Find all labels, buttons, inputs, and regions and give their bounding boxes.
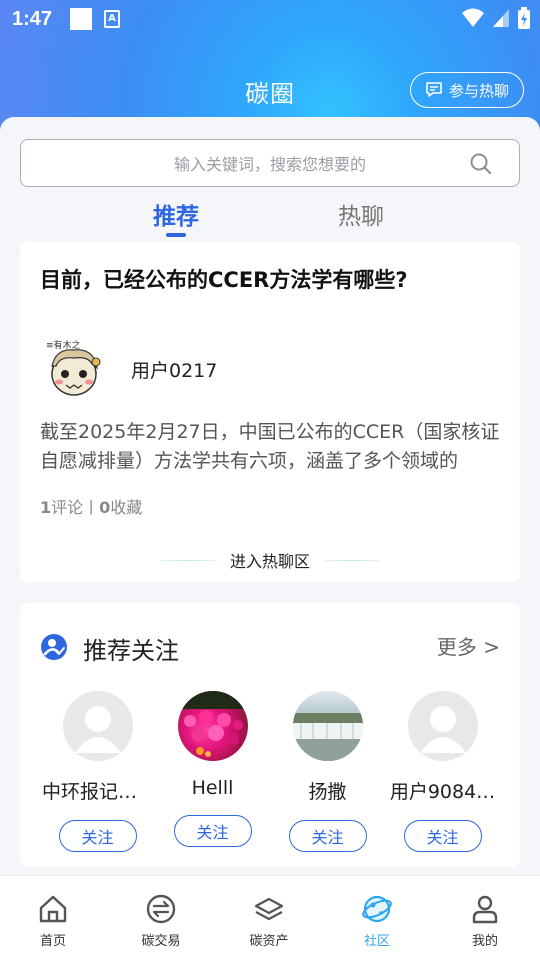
post-excerpt[interactable]: 截至2025年2月27日，中国已公布的CCER（国家核证自愿减排量）方法学共有六… bbox=[40, 418, 506, 476]
nav-carbon-trade[interactable]: 碳交易 bbox=[121, 892, 201, 949]
search-placeholder: 输入关键词，搜索您想要的 bbox=[173, 155, 366, 174]
join-chat-label: 参与热聊 bbox=[448, 81, 509, 100]
nav-label: 碳交易 bbox=[141, 934, 181, 949]
tab-hot-chat[interactable]: 热聊 bbox=[338, 197, 384, 231]
active-tab-indicator bbox=[166, 233, 186, 237]
join-chat-button[interactable]: 参与热聊 bbox=[410, 72, 524, 108]
follow-button[interactable]: 关注 bbox=[288, 820, 367, 852]
follow-button[interactable]: 关注 bbox=[403, 820, 482, 852]
search-input[interactable]: 输入关键词，搜索您想要的 bbox=[20, 139, 520, 187]
notification-icon bbox=[70, 8, 93, 30]
home-icon bbox=[39, 895, 67, 923]
search-icon[interactable] bbox=[469, 152, 493, 176]
recommend-user-icon bbox=[41, 634, 67, 660]
status-bar: 1:47 A bbox=[0, 0, 540, 38]
layers-icon bbox=[254, 897, 284, 921]
post-stats: 1评论丨0收藏 bbox=[40, 494, 142, 518]
battery-icon bbox=[518, 7, 530, 29]
default-avatar[interactable] bbox=[62, 691, 133, 761]
nav-profile[interactable]: 我的 bbox=[445, 892, 525, 949]
user-avatar-doodle[interactable]: ≡有木之 bbox=[42, 336, 106, 400]
nav-label: 首页 bbox=[39, 934, 66, 949]
user-name[interactable]: Helll bbox=[155, 777, 270, 799]
recommended-user[interactable]: 扬撒 关注 bbox=[270, 691, 385, 852]
favorite-count: 0 bbox=[99, 498, 111, 517]
follow-button[interactable]: 关注 bbox=[58, 820, 137, 852]
main-content: 输入关键词，搜索您想要的 推荐 热聊 目前，已经公布的CCER方法学有哪些? ≡… bbox=[0, 117, 540, 875]
recommend-follow-card: 推荐关注 更多 > 中环报记者… 关注 Helll 关注 扬撒 关注 用户908… bbox=[20, 603, 520, 867]
flower-photo-avatar[interactable] bbox=[177, 691, 248, 761]
community-planet-icon bbox=[362, 895, 392, 923]
divider-right bbox=[324, 559, 380, 561]
nav-carbon-assets[interactable]: 碳资产 bbox=[229, 892, 309, 949]
post-title[interactable]: 目前，已经公布的CCER方法学有哪些? bbox=[40, 264, 500, 294]
nav-label: 碳资产 bbox=[249, 934, 289, 949]
svg-text:≡有木之: ≡有木之 bbox=[46, 339, 81, 351]
recommended-user[interactable]: 中环报记者… 关注 bbox=[40, 691, 155, 852]
nav-label: 我的 bbox=[471, 934, 498, 949]
wifi-icon bbox=[462, 8, 484, 27]
comment-count: 1 bbox=[40, 498, 52, 517]
exchange-icon bbox=[146, 894, 176, 924]
default-avatar[interactable] bbox=[407, 691, 478, 761]
recommended-users: 中环报记者… 关注 Helll 关注 扬撒 关注 用户9084… 关注 bbox=[20, 691, 520, 861]
favorite-label: 收藏 bbox=[110, 498, 143, 517]
comment-label: 评论 bbox=[51, 498, 84, 517]
user-name[interactable]: 用户9084… bbox=[385, 777, 500, 804]
keyboard-a-icon: A bbox=[104, 10, 121, 28]
nav-label: 社区 bbox=[363, 934, 390, 949]
user-name[interactable]: 中环报记者… bbox=[40, 777, 155, 804]
follow-button[interactable]: 关注 bbox=[173, 815, 252, 847]
enter-chat-label: 进入热聊区 bbox=[229, 552, 310, 571]
content-tabs: 推荐 热聊 bbox=[0, 197, 540, 237]
waterfall-photo-avatar[interactable] bbox=[292, 691, 363, 761]
user-name[interactable]: 扬撒 bbox=[270, 777, 385, 804]
nav-home[interactable]: 首页 bbox=[13, 892, 93, 949]
status-icons bbox=[462, 7, 530, 29]
profile-icon bbox=[472, 895, 498, 924]
recommended-user[interactable]: 用户9084… 关注 bbox=[385, 691, 500, 852]
bottom-navigation: 首页 碳交易 碳资产 社区 我的 bbox=[0, 875, 540, 960]
status-time: 1:47 bbox=[12, 7, 53, 30]
post-author[interactable]: 用户0217 bbox=[131, 356, 217, 383]
title-bar: 碳圈 参与热聊 bbox=[0, 68, 540, 112]
chat-bubble-icon bbox=[426, 82, 442, 97]
tab-recommend[interactable]: 推荐 bbox=[153, 197, 199, 231]
stats-separator: 丨 bbox=[83, 498, 100, 517]
more-link[interactable]: 更多 > bbox=[437, 631, 500, 660]
divider-left bbox=[159, 559, 216, 561]
enter-chat-link[interactable]: 进入热聊区 bbox=[20, 548, 520, 572]
nav-community[interactable]: 社区 bbox=[337, 892, 417, 949]
post-card[interactable]: 目前，已经公布的CCER方法学有哪些? ≡有木之 用户0217 截至2025年2… bbox=[20, 242, 520, 582]
recommended-user[interactable]: Helll 关注 bbox=[155, 691, 270, 847]
signal-icon bbox=[493, 9, 509, 27]
recommend-follow-title: 推荐关注 bbox=[83, 637, 179, 665]
